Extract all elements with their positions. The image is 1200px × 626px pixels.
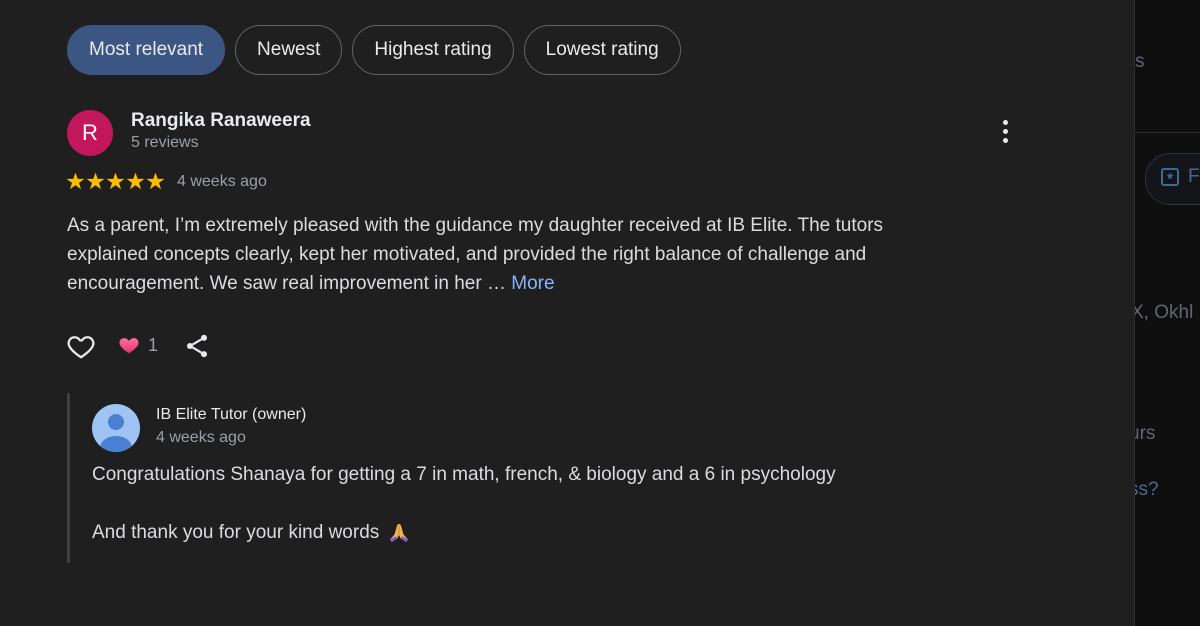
review-date: 4 weeks ago: [177, 173, 267, 190]
reviewer-review-count: 5 reviews: [131, 134, 199, 151]
owner-reply-date: 4 weeks ago: [156, 429, 246, 446]
owner-reply-thanks: And thank you for your kind words: [92, 522, 380, 543]
side-link-fragment[interactable]: ss?: [1135, 479, 1159, 501]
reviewer-avatar[interactable]: R: [67, 110, 113, 156]
star-icon: [86, 172, 105, 190]
star-icon: [146, 172, 165, 190]
reviews-page: Most relevant Newest Highest rating Lowe…: [0, 0, 1200, 626]
review-text-line: As a parent, I’m extremely pleased with …: [67, 215, 884, 236]
owner-reply-text: Congratulations Shanaya for getting a 7 …: [92, 464, 836, 485]
side-chip-button[interactable]: F: [1145, 153, 1200, 205]
review-star-icon: [1161, 168, 1179, 186]
reaction-count: 1: [148, 334, 159, 355]
review-text-line: encouragement. We saw real improvement i…: [67, 273, 506, 294]
reviewer-name[interactable]: Rangika Ranaweera: [131, 110, 311, 132]
sort-filter-bar: Most relevant Newest Highest rating Lowe…: [67, 25, 681, 75]
heart-reaction[interactable]: 1: [118, 334, 158, 356]
review-text: As a parent, I’m extremely pleased with …: [67, 211, 967, 298]
filter-lowest-rating[interactable]: Lowest rating: [523, 25, 681, 75]
side-text-fragment: X, Okhl: [1134, 302, 1194, 323]
owner-avatar-icon: [92, 404, 140, 452]
star-rating: [66, 172, 165, 191]
star-icon: [66, 172, 85, 190]
owner-name: IB Elite Tutor (owner): [156, 406, 307, 423]
filter-highest-rating[interactable]: Highest rating: [352, 25, 514, 75]
filter-newest[interactable]: Newest: [235, 25, 343, 75]
reviews-panel: Most relevant Newest Highest rating Lowe…: [0, 0, 1134, 626]
share-icon[interactable]: [183, 332, 211, 360]
review-text-line: explained concepts clearly, kept her mot…: [67, 244, 867, 265]
side-chip-label: F: [1188, 166, 1200, 187]
more-link[interactable]: More: [511, 273, 554, 294]
more-options-icon[interactable]: [996, 118, 1016, 146]
side-panel: s F X, Okhl urs ss?: [1134, 0, 1200, 626]
like-heart-icon[interactable]: [66, 331, 96, 361]
praying-hands-icon: [390, 524, 409, 542]
star-icon: [126, 172, 145, 190]
side-text-fragment: urs: [1135, 423, 1156, 444]
reply-divider: [67, 393, 70, 563]
pink-heart-icon: [119, 338, 139, 354]
side-text-fragment: s: [1135, 51, 1145, 72]
side-divider: [1135, 132, 1200, 133]
star-icon: [106, 172, 125, 190]
filter-most-relevant[interactable]: Most relevant: [67, 25, 226, 75]
